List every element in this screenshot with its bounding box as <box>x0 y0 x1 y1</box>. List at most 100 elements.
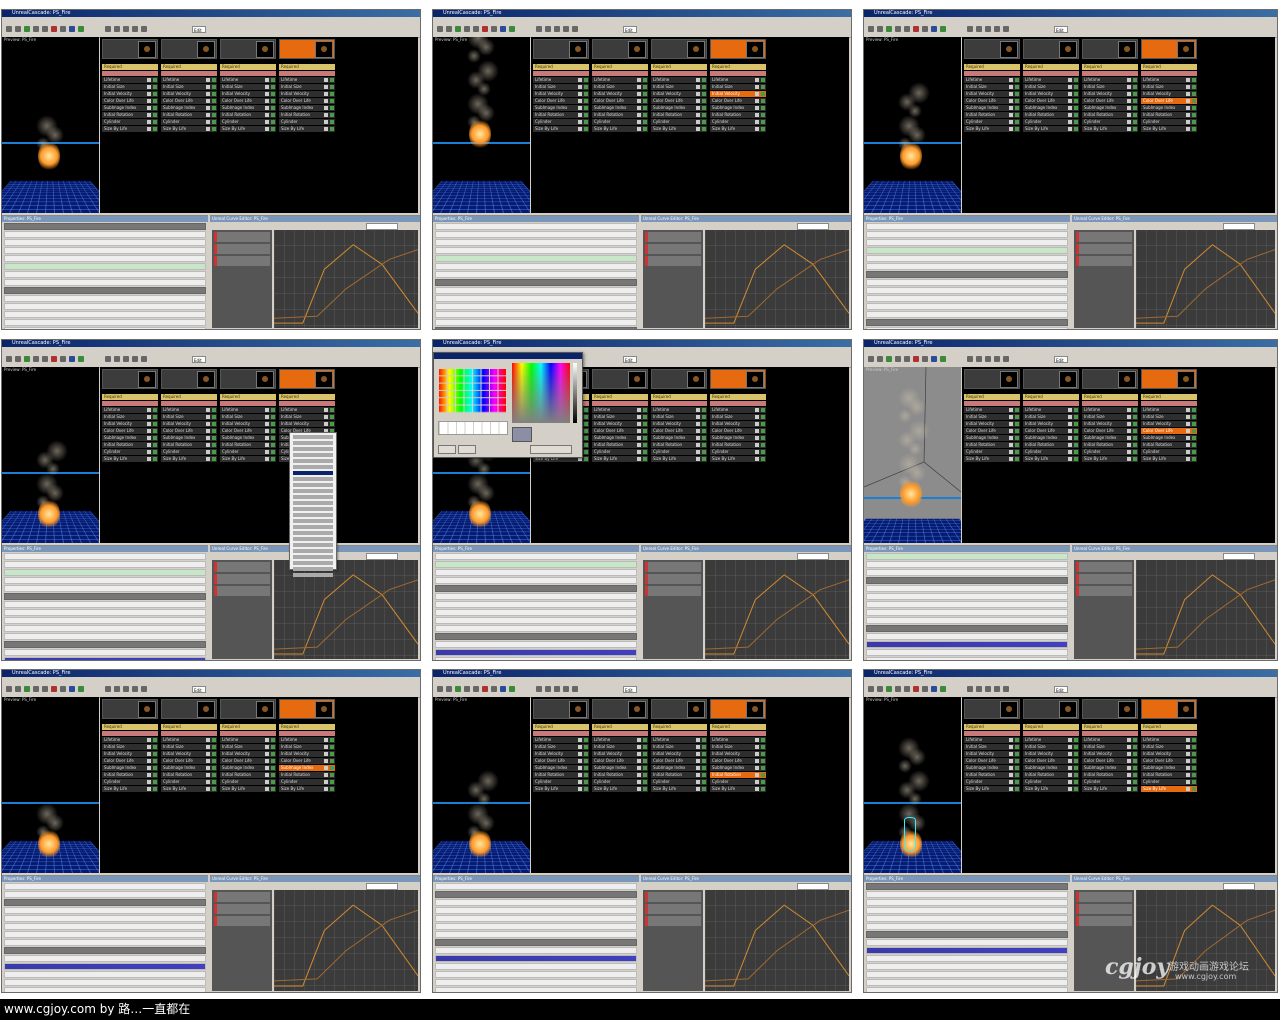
module-enable-checkbox[interactable] <box>153 436 157 440</box>
module-curve-toggle[interactable] <box>206 85 210 89</box>
module-curve-toggle[interactable] <box>1186 106 1190 110</box>
module-enable-checkbox[interactable] <box>271 106 275 110</box>
module-enable-checkbox[interactable] <box>1133 780 1137 784</box>
module-enable-checkbox[interactable] <box>1192 429 1196 433</box>
module-curve-toggle[interactable] <box>1009 773 1013 777</box>
toolbar-button[interactable] <box>78 686 84 692</box>
emitter-module[interactable]: Initial Velocity <box>651 751 707 757</box>
module-curve-toggle[interactable] <box>1068 113 1072 117</box>
emitter-module[interactable]: Lifetime <box>1023 77 1079 83</box>
emitter-column[interactable]: RequiredLifetimeInitial SizeInitial Velo… <box>533 39 589 135</box>
toolbar-button[interactable] <box>141 26 147 32</box>
module-curve-toggle[interactable] <box>637 773 641 777</box>
module-enable-checkbox[interactable] <box>702 120 706 124</box>
module-enable-checkbox[interactable] <box>271 780 275 784</box>
module-spawn[interactable] <box>1141 71 1197 76</box>
module-required[interactable]: Required <box>220 394 276 400</box>
module-enable-checkbox[interactable] <box>271 773 275 777</box>
toolbar-button[interactable] <box>482 686 488 692</box>
module-enable-checkbox[interactable] <box>1133 787 1137 791</box>
module-curve-toggle[interactable] <box>1009 415 1013 419</box>
module-enable-checkbox[interactable] <box>761 780 765 784</box>
emitter-module[interactable]: Size By Life <box>964 456 1020 462</box>
property-row[interactable] <box>4 915 206 922</box>
toolbar-button[interactable] <box>1003 356 1009 362</box>
module-curve-toggle[interactable] <box>324 738 328 742</box>
module-enable-checkbox[interactable] <box>702 780 706 784</box>
property-row[interactable] <box>866 569 1068 576</box>
property-row[interactable] <box>4 319 206 326</box>
color-picker-dialog[interactable] <box>433 352 583 458</box>
custom-color-swatches[interactable] <box>438 421 508 435</box>
toolbar-button[interactable] <box>967 26 973 32</box>
emitter-module[interactable]: Size By Life <box>161 456 217 462</box>
module-curve-toggle[interactable] <box>1009 429 1013 433</box>
toolbar-button[interactable] <box>141 356 147 362</box>
module-enable-checkbox[interactable] <box>1074 78 1078 82</box>
lod-dropdown[interactable]: Edit <box>1054 356 1068 363</box>
module-spawn[interactable] <box>161 731 217 736</box>
property-row[interactable] <box>435 939 637 946</box>
emitter-module[interactable]: Color Over Life <box>161 428 217 434</box>
emitter-module[interactable]: Cylinder <box>710 119 766 125</box>
emitter-header[interactable] <box>1141 699 1197 719</box>
toolbar-button[interactable] <box>51 686 57 692</box>
module-curve-toggle[interactable] <box>206 780 210 784</box>
emitter-module[interactable]: Initial Velocity <box>220 751 276 757</box>
module-enable-checkbox[interactable] <box>1015 429 1019 433</box>
module-enable-checkbox[interactable] <box>271 127 275 131</box>
emitter-module[interactable]: Cylinder <box>651 779 707 785</box>
preview-viewport[interactable]: Preview: PS_Fire <box>433 697 530 873</box>
module-curve-toggle[interactable] <box>1186 450 1190 454</box>
emitter-module[interactable]: SubImage Index <box>1082 765 1138 771</box>
module-enable-checkbox[interactable] <box>271 113 275 117</box>
module-required[interactable]: Required <box>161 64 217 70</box>
module-curve-toggle[interactable] <box>1186 766 1190 770</box>
emitter-module[interactable]: SubImage Index <box>1023 435 1079 441</box>
module-curve-toggle[interactable] <box>1009 99 1013 103</box>
property-row[interactable] <box>435 231 637 238</box>
emitter-module[interactable]: Color Over Life <box>1141 758 1197 764</box>
toolbar-button[interactable] <box>78 356 84 362</box>
module-enable-checkbox[interactable] <box>271 450 275 454</box>
emitter-module[interactable]: Color Over Life <box>533 98 589 104</box>
module-curve-toggle[interactable] <box>696 120 700 124</box>
module-required[interactable]: Required <box>651 394 707 400</box>
module-curve-toggle[interactable] <box>147 92 151 96</box>
module-enable-checkbox[interactable] <box>702 787 706 791</box>
toolbar-button[interactable] <box>877 356 883 362</box>
module-enable-checkbox[interactable] <box>643 120 647 124</box>
emitter-header[interactable] <box>1082 39 1138 59</box>
module-spawn[interactable] <box>102 401 158 406</box>
emitter-column[interactable]: RequiredLifetimeInitial SizeInitial Velo… <box>220 369 276 465</box>
module-curve-toggle[interactable] <box>206 752 210 756</box>
module-enable-checkbox[interactable] <box>271 429 275 433</box>
module-enable-checkbox[interactable] <box>1015 78 1019 82</box>
module-curve-toggle[interactable] <box>1186 443 1190 447</box>
module-curve-toggle[interactable] <box>1009 766 1013 770</box>
emitter-module[interactable]: Size By Life <box>1023 126 1079 132</box>
module-enable-checkbox[interactable] <box>212 120 216 124</box>
emitter-module[interactable]: Lifetime <box>161 77 217 83</box>
module-curve-toggle[interactable] <box>1068 443 1072 447</box>
curve-tab-dropdown[interactable] <box>1223 553 1255 560</box>
property-row[interactable] <box>4 907 206 914</box>
module-enable-checkbox[interactable] <box>584 780 588 784</box>
module-curve-toggle[interactable] <box>1068 759 1072 763</box>
emitter-module[interactable]: Cylinder <box>1023 779 1079 785</box>
module-curve-toggle[interactable] <box>755 85 759 89</box>
module-enable-checkbox[interactable] <box>153 738 157 742</box>
emitter-module[interactable]: Initial Size <box>710 84 766 90</box>
property-row[interactable] <box>4 247 206 254</box>
emitter-module[interactable]: Lifetime <box>161 737 217 743</box>
curve-list-item[interactable] <box>214 904 270 914</box>
toolbar-button[interactable] <box>985 26 991 32</box>
module-enable-checkbox[interactable] <box>1074 408 1078 412</box>
module-curve-toggle[interactable] <box>265 436 269 440</box>
module-enable-checkbox[interactable] <box>212 766 216 770</box>
emitter-module[interactable]: Initial Size <box>651 84 707 90</box>
module-curve-toggle[interactable] <box>1068 766 1072 770</box>
emitter-module[interactable]: Cylinder <box>592 119 648 125</box>
module-enable-checkbox[interactable] <box>1015 120 1019 124</box>
emitter-module[interactable]: Size By Life <box>161 126 217 132</box>
